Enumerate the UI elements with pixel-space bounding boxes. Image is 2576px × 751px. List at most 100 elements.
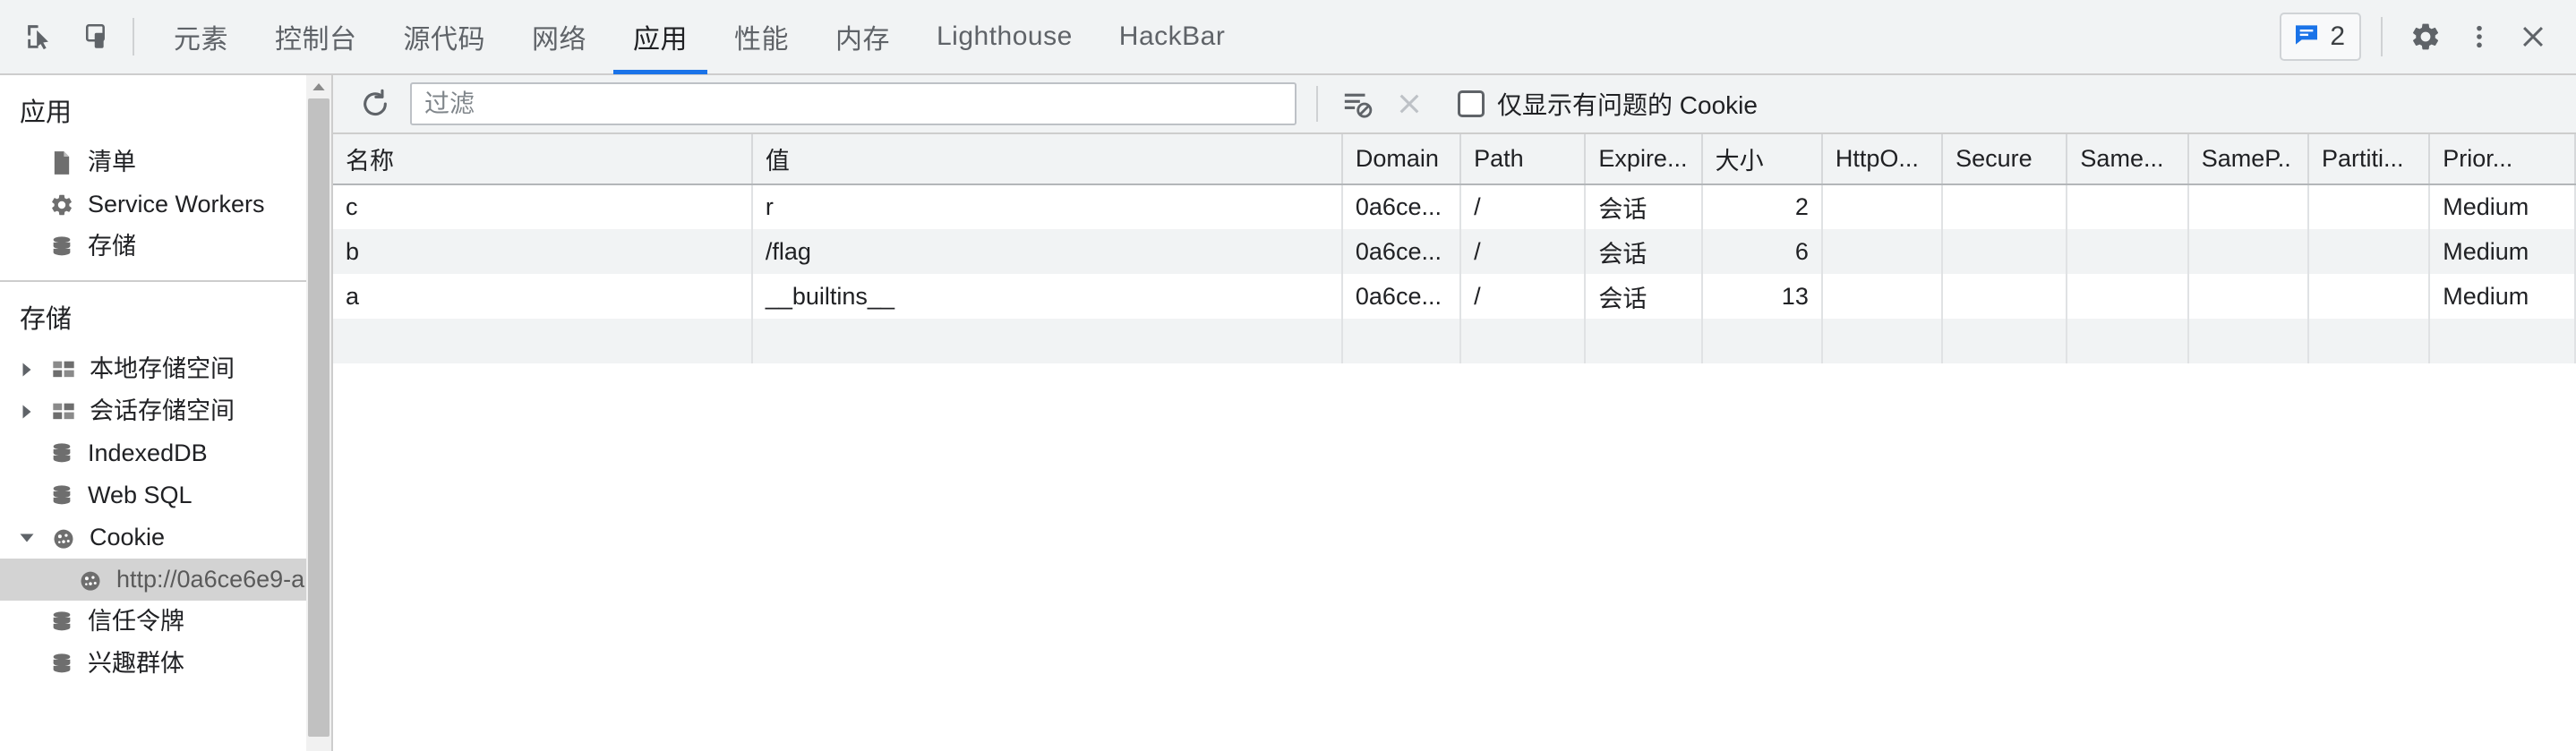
- column-header-partition[interactable]: Partiti...: [2307, 134, 2431, 185]
- cell-expires[interactable]: 会话: [1585, 184, 1703, 229]
- cell-domain[interactable]: 0a6ce...: [1341, 229, 1462, 274]
- cell-httponly[interactable]: [1821, 229, 1944, 274]
- sidebar-item-local-storage[interactable]: 本地存储空间: [0, 348, 331, 390]
- close-icon[interactable]: [2510, 13, 2556, 60]
- sidebar-item-cookie[interactable]: Cookie: [0, 516, 331, 559]
- cookies-table: 名称值 Domain Path Expire... 大小 HttpO... Secure Sa…: [333, 134, 2576, 363]
- sidebar-item-session-storage[interactable]: 会话存储空间: [0, 390, 331, 432]
- column-header-name[interactable]: 名称: [333, 134, 753, 185]
- sidebar-item-trust-tokens[interactable]: 信任令牌: [0, 601, 331, 643]
- sidebar-item-web-sql[interactable]: Web SQL: [0, 474, 331, 516]
- cell-value[interactable]: /flag: [751, 229, 1343, 274]
- cell-secure[interactable]: [1942, 184, 2068, 229]
- column-header-path[interactable]: Path: [1460, 134, 1587, 185]
- cell-samesite[interactable]: [2067, 184, 2189, 229]
- database-icon: [48, 440, 75, 467]
- tab-memory[interactable]: 内存: [812, 0, 913, 74]
- clear-filtered-cookies-icon[interactable]: [1334, 81, 1381, 127]
- cell-samesite[interactable]: [2067, 274, 2189, 319]
- sidebar-item-storage[interactable]: 存储: [0, 226, 331, 268]
- cell-sameparty[interactable]: [2187, 274, 2309, 319]
- device-toolbar-icon[interactable]: [75, 13, 122, 60]
- column-header-size[interactable]: 大小: [1701, 134, 1823, 185]
- sidebar-scrollbar[interactable]: [306, 75, 331, 751]
- cell-name[interactable]: a: [333, 274, 753, 319]
- filter-input[interactable]: [424, 90, 1282, 118]
- column-header-httponly[interactable]: HttpO...: [1821, 134, 1944, 185]
- cell-empty: [2067, 319, 2189, 363]
- sidebar-item-indexeddb[interactable]: IndexedDB: [0, 432, 331, 474]
- sidebar-item-label: 存储: [88, 233, 136, 260]
- cell-expires[interactable]: 会话: [1585, 274, 1703, 319]
- column-header-sameparty[interactable]: SameP..: [2187, 134, 2309, 185]
- issues-button[interactable]: 2: [2280, 13, 2361, 61]
- only-show-problematic-cookies-toggle[interactable]: 仅显示有问题的 Cookie: [1458, 86, 1758, 122]
- cell-partition[interactable]: [2307, 184, 2431, 229]
- cookies-table-wrapper[interactable]: 名称值 Domain Path Expire... 大小 HttpO... Secure Sa…: [333, 134, 2576, 751]
- column-header-value[interactable]: 值: [751, 134, 1343, 185]
- table-row[interactable]: c r 0a6ce... / 会话 2 Medium: [333, 184, 2576, 229]
- cell-httponly[interactable]: [1821, 274, 1944, 319]
- only-issues-checkbox[interactable]: [1458, 90, 1485, 117]
- filter-input-wrapper[interactable]: [410, 82, 1297, 125]
- sidebar-item-manifest[interactable]: 清单: [0, 141, 331, 183]
- column-header-domain[interactable]: Domain: [1341, 134, 1462, 185]
- tab-application[interactable]: 应用: [610, 0, 711, 74]
- cell-name[interactable]: c: [333, 184, 753, 229]
- cell-secure[interactable]: [1942, 274, 2068, 319]
- cell-path[interactable]: /: [1460, 184, 1587, 229]
- sidebar-scrollbar-thumb[interactable]: [308, 98, 329, 737]
- tab-console[interactable]: 控制台: [252, 0, 381, 74]
- cell-value[interactable]: r: [751, 184, 1343, 229]
- tab-hackbar[interactable]: HackBar: [1096, 0, 1249, 74]
- cell-httponly[interactable]: [1821, 184, 1944, 229]
- sidebar-item-label: 会话存储空间: [90, 397, 235, 424]
- column-header-priority[interactable]: Prior...: [2429, 134, 2576, 185]
- cell-size[interactable]: 2: [1701, 184, 1823, 229]
- cell-priority[interactable]: Medium: [2429, 229, 2576, 274]
- cell-sameparty[interactable]: [2187, 184, 2309, 229]
- cell-expires[interactable]: 会话: [1585, 229, 1703, 274]
- chevron-down-icon[interactable]: [16, 530, 38, 546]
- sidebar-item-interest-groups[interactable]: 兴趣群体: [0, 643, 331, 685]
- more-vertical-icon[interactable]: [2456, 13, 2503, 60]
- chevron-right-icon[interactable]: [16, 362, 38, 378]
- tab-sources[interactable]: 源代码: [381, 0, 509, 74]
- column-header-expires[interactable]: Expire...: [1585, 134, 1703, 185]
- cell-size[interactable]: 13: [1701, 274, 1823, 319]
- cell-partition[interactable]: [2307, 274, 2431, 319]
- cell-domain[interactable]: 0a6ce...: [1341, 274, 1462, 319]
- cell-partition[interactable]: [2307, 229, 2431, 274]
- sidebar-item-label: 兴趣群体: [88, 650, 184, 677]
- cell-size[interactable]: 6: [1701, 229, 1823, 274]
- cookie-icon: [77, 567, 104, 593]
- cell-path[interactable]: /: [1460, 229, 1587, 274]
- cell-name[interactable]: b: [333, 229, 753, 274]
- tab-network[interactable]: 网络: [509, 0, 610, 74]
- cell-secure[interactable]: [1942, 229, 2068, 274]
- clear-all-cookies-icon[interactable]: [1386, 81, 1433, 127]
- cell-value[interactable]: __builtins__: [751, 274, 1343, 319]
- column-header-samesite[interactable]: Same...: [2067, 134, 2189, 185]
- inspect-element-icon[interactable]: [16, 13, 63, 60]
- cell-path[interactable]: /: [1460, 274, 1587, 319]
- chevron-right-icon[interactable]: [16, 404, 38, 420]
- table-row[interactable]: b/flag 0a6ce... / 会话 6 Medium: [333, 229, 2576, 274]
- table-row[interactable]: a __builtins__ 0a6ce... / 会话 13 Medium: [333, 274, 2576, 319]
- cell-sameparty[interactable]: [2187, 229, 2309, 274]
- tab-elements[interactable]: 元素: [150, 0, 252, 74]
- table-grid-icon: [50, 398, 77, 425]
- sidebar-item-cookie-origin[interactable]: http://0a6ce6e9-a: [0, 559, 331, 601]
- cell-samesite[interactable]: [2067, 229, 2189, 274]
- cell-priority[interactable]: Medium: [2429, 184, 2576, 229]
- tab-performance[interactable]: 性能: [711, 0, 812, 74]
- scroll-up-arrow-icon[interactable]: [306, 75, 331, 98]
- column-header-secure[interactable]: Secure: [1942, 134, 2068, 185]
- gear-icon[interactable]: [2402, 13, 2449, 60]
- sidebar-item-label: Service Workers: [88, 191, 265, 218]
- tab-lighthouse[interactable]: Lighthouse: [913, 0, 1096, 74]
- refresh-icon[interactable]: [353, 81, 398, 126]
- cell-priority[interactable]: Medium: [2429, 274, 2576, 319]
- cell-domain[interactable]: 0a6ce...: [1341, 184, 1462, 229]
- sidebar-item-service-workers[interactable]: Service Workers: [0, 183, 331, 226]
